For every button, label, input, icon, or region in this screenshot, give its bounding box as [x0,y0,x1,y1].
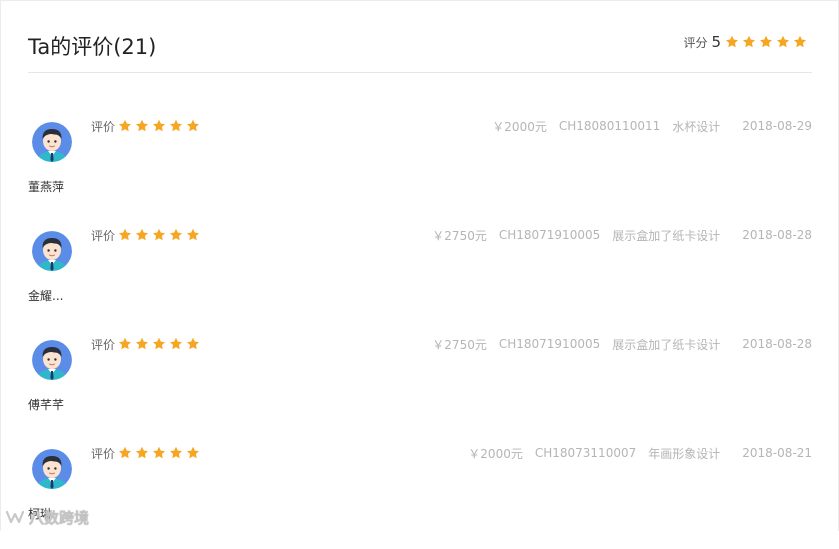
star-rating [118,228,203,242]
service-name[interactable]: 年画形象设计 [648,445,720,462]
star-icon [187,337,200,350]
order-price: ￥2750元 [432,337,487,352]
review-date: 2018-08-28 [742,337,812,351]
star-icon [136,228,149,241]
star-icon [119,119,132,132]
rating-label: 评价 [91,337,116,352]
review-meta: ￥2750元 CH18071910005 展示盒加了纸卡设计 2018-08-2… [420,227,812,243]
star-icon [136,446,149,459]
avatar[interactable] [32,449,72,489]
star-icon [170,119,183,132]
review-rating: 评价 [91,227,203,243]
score-value: 5 [711,33,721,51]
reviewer-name[interactable]: 董燕萍 [28,178,64,195]
review-date: 2018-08-28 [742,228,812,242]
page-title: Ta的评价(21) [28,35,157,59]
service-name[interactable]: 展示盒加了纸卡设计 [612,336,720,353]
star-icon [726,35,738,48]
avatar[interactable] [32,340,72,380]
star-icon [170,228,183,241]
avatar[interactable] [32,231,72,271]
star-icon [136,337,149,350]
score-label: 评分 [683,35,708,50]
star-icon [119,446,132,459]
star-icon [170,446,183,459]
order-price: ￥2000元 [468,446,523,461]
reviews-panel: Ta的评价(21) 评分 5 董燕萍 评价 ￥2000元 CH180801100… [0,0,839,531]
star-icon [760,35,772,48]
reviewer-name[interactable]: 傅芊芊 [28,396,64,413]
review-item: 金耀... 评价 ￥2750元 CH18071910005 展示盒加了纸卡设计 … [28,228,812,331]
rating-label: 评价 [91,446,116,461]
review-item: 柯琳 评价 ￥2000元 CH18073110007 年画形象设计 2018-0… [28,446,812,549]
order-number: CH18071910005 [498,228,601,242]
review-rating: 评价 [91,336,203,352]
star-icon [136,119,149,132]
avatar[interactable] [32,122,72,162]
order-number: CH18073110007 [534,446,637,460]
review-rating: 评价 [91,118,203,134]
order-number: CH18071910005 [498,337,601,351]
star-icon [170,337,183,350]
star-icon [119,228,132,241]
star-icon [119,337,132,350]
star-rating [118,337,203,351]
star-icon [153,446,166,459]
star-icon [777,35,789,48]
user-avatar-icon [32,122,72,162]
star-icon [187,446,200,459]
review-date: 2018-08-21 [742,446,812,460]
watermark-text: 八数跨境 [29,508,90,527]
order-number: CH18080110011 [558,119,661,133]
review-item: 董燕萍 评价 ￥2000元 CH18080110011 水杯设计 2018-08… [28,119,812,222]
star-icon [794,35,806,48]
review-rating: 评价 [91,445,203,461]
star-icon [187,228,200,241]
reviews-header: Ta的评价(21) 评分 5 [28,21,812,73]
user-avatar-icon [32,340,72,380]
star-icon [153,228,166,241]
review-item: 傅芊芊 评价 ￥2750元 CH18071910005 展示盒加了纸卡设计 20… [28,337,812,440]
star-rating [725,35,810,49]
review-meta: ￥2750元 CH18071910005 展示盒加了纸卡设计 2018-08-2… [420,336,812,352]
service-name[interactable]: 水杯设计 [672,118,720,135]
review-meta: ￥2000元 CH18080110011 水杯设计 2018-08-29 [480,118,812,134]
watermark: 八数跨境 [5,506,89,528]
star-icon [743,35,755,48]
reviewer-name[interactable]: 金耀... [28,287,63,304]
star-rating [118,446,203,460]
rating-label: 评价 [91,228,116,243]
overall-score: 评分 5 [683,31,810,53]
brand-logo-icon [5,510,25,524]
service-name[interactable]: 展示盒加了纸卡设计 [612,227,720,244]
review-meta: ￥2000元 CH18073110007 年画形象设计 2018-08-21 [456,445,812,461]
star-icon [187,119,200,132]
star-icon [153,119,166,132]
order-price: ￥2750元 [432,228,487,243]
star-rating [118,119,203,133]
rating-label: 评价 [91,119,116,134]
user-avatar-icon [32,449,72,489]
order-price: ￥2000元 [492,119,547,134]
review-date: 2018-08-29 [742,119,812,133]
user-avatar-icon [32,231,72,271]
star-icon [153,337,166,350]
